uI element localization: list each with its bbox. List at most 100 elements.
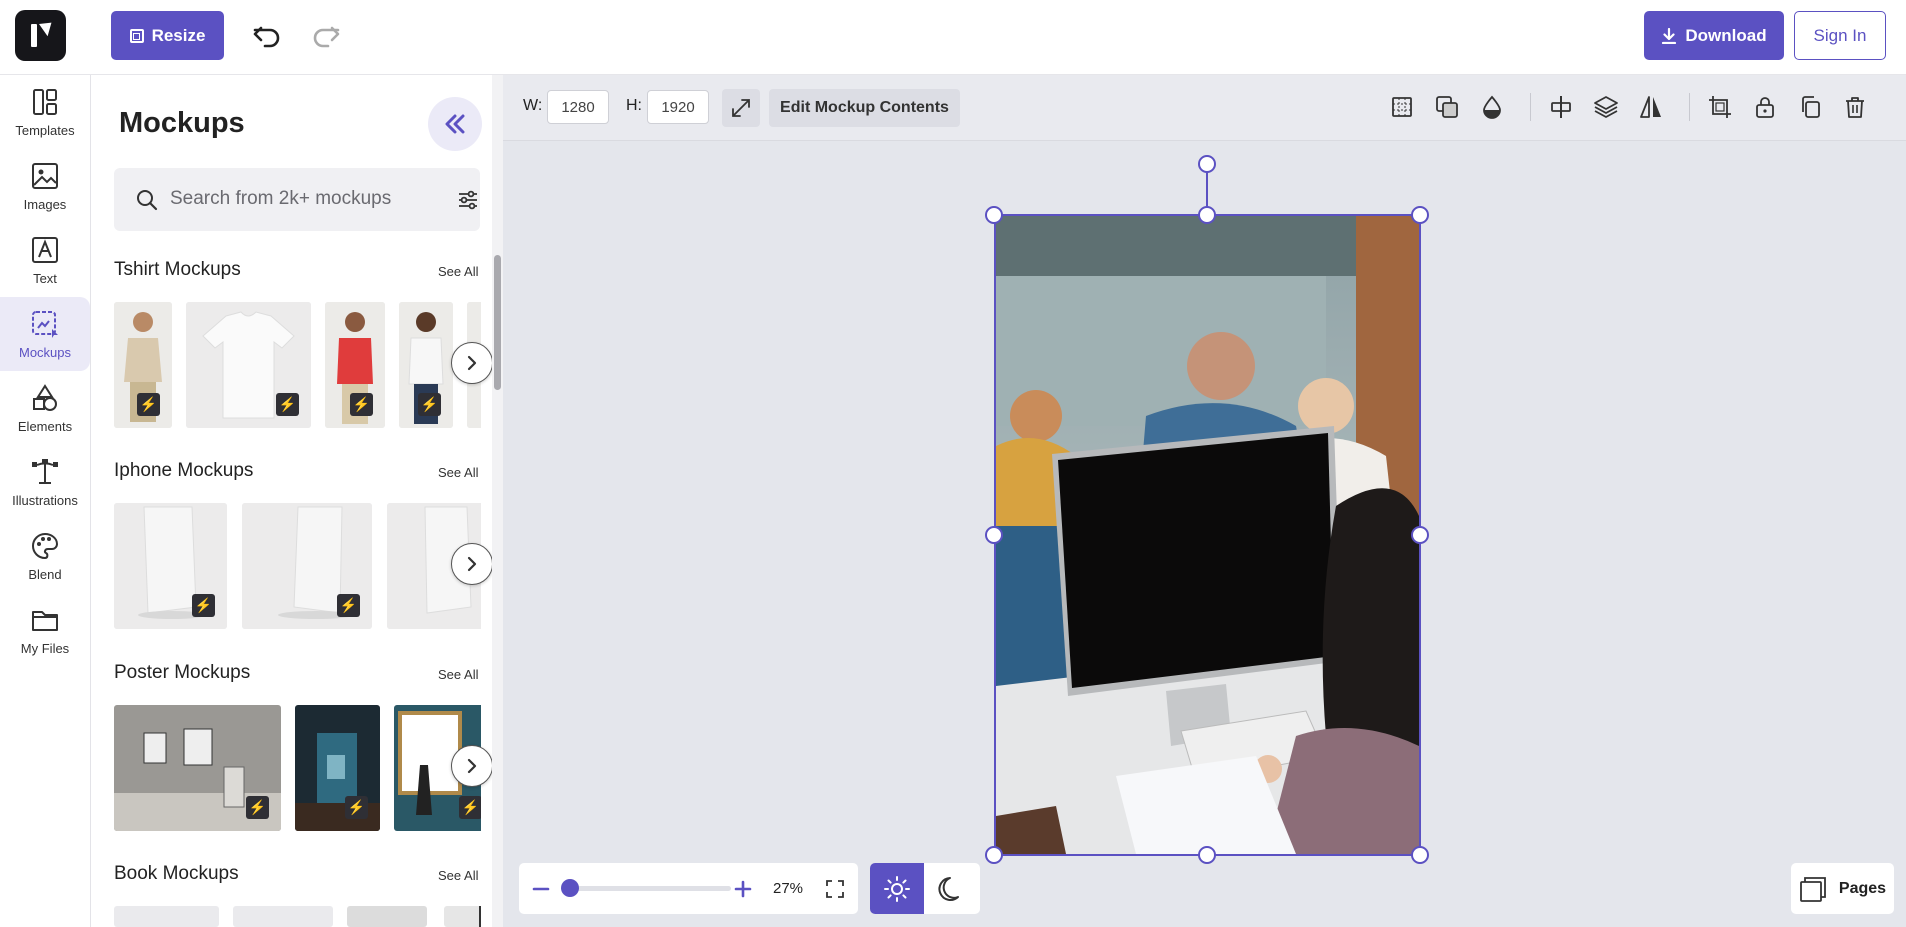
rail-item-my-files[interactable]: My Files	[0, 593, 90, 667]
opacity-tool[interactable]	[1476, 91, 1508, 123]
logo-bar	[31, 24, 37, 47]
next-button-iphone[interactable]	[451, 543, 493, 585]
minus-icon	[532, 887, 550, 891]
mockup-icon	[32, 310, 58, 338]
rotate-handle[interactable]	[1198, 155, 1216, 173]
mockup-thumb[interactable]: ⚡	[186, 302, 311, 428]
overlay-icon	[1436, 96, 1458, 118]
pages-label: Pages	[1838, 879, 1887, 897]
height-input[interactable]	[647, 90, 709, 124]
resize-label: Resize	[151, 25, 206, 45]
width-label: W:	[523, 97, 543, 114]
resize-handle-bottom[interactable]	[1198, 846, 1216, 864]
rail-label: Text	[33, 270, 57, 286]
resize-handle-bottom-right[interactable]	[1411, 846, 1429, 864]
mockup-thumb[interactable]: ⚡	[114, 705, 281, 831]
edit-mockup-contents-button[interactable]: Edit Mockup Contents	[769, 89, 960, 127]
resize-button[interactable]: Resize	[111, 11, 224, 60]
fit-screen-button[interactable]	[823, 877, 847, 901]
download-button[interactable]: Download	[1644, 11, 1784, 60]
selected-mockup-image[interactable]	[994, 214, 1421, 856]
collapse-panel-button[interactable]	[428, 97, 482, 151]
section-title-tshirt: Tshirt Mockups	[114, 259, 241, 280]
mockups-panel: Mockups Tshirt Mockups See All ⚡ ⚡ ⚡ ⚡	[91, 75, 503, 927]
chevron-right-icon	[467, 758, 477, 774]
see-all-book[interactable]: See All	[438, 868, 478, 883]
next-button-tshirt[interactable]	[451, 342, 493, 384]
duplicate-icon	[1802, 96, 1820, 118]
see-all-poster[interactable]: See All	[438, 667, 478, 682]
panel-scrollbar-thumb[interactable]	[494, 255, 501, 390]
mockup-thumb[interactable]	[444, 906, 481, 927]
align-tool[interactable]	[1545, 91, 1577, 123]
app-logo[interactable]	[15, 10, 66, 61]
layers-icon	[1594, 96, 1618, 118]
see-all-tshirt[interactable]: See All	[438, 264, 478, 279]
duplicate-tool[interactable]	[1794, 91, 1826, 123]
mockup-thumb[interactable]	[233, 906, 333, 927]
mockup-thumb[interactable]: ⚡	[325, 302, 385, 428]
premium-bolt-icon: ⚡	[350, 393, 373, 416]
mockup-thumb[interactable]	[114, 906, 219, 927]
toolbar-divider	[1530, 93, 1531, 121]
expand-button[interactable]	[722, 89, 760, 127]
lock-tool[interactable]	[1749, 91, 1781, 123]
premium-bolt-icon: ⚡	[459, 796, 481, 819]
zoom-slider-knob[interactable]	[561, 879, 579, 897]
expand-arrows-icon	[732, 99, 750, 117]
mockup-thumb[interactable]: ⚡	[242, 503, 372, 629]
search-input[interactable]	[170, 184, 400, 214]
logo-flag	[39, 17, 57, 37]
pages-button[interactable]: Pages	[1791, 863, 1894, 914]
delete-tool[interactable]	[1839, 91, 1871, 123]
resize-handle-top-left[interactable]	[985, 206, 1003, 224]
rail-item-blend[interactable]: Blend	[0, 519, 90, 593]
panel-scrollbar-track[interactable]	[492, 75, 503, 927]
next-button-poster[interactable]	[451, 745, 493, 787]
resize-handle-left[interactable]	[985, 526, 1003, 544]
overlay-tool[interactable]	[1431, 91, 1463, 123]
elements-icon	[33, 383, 57, 411]
resize-handle-right[interactable]	[1411, 526, 1429, 544]
mockup-thumb[interactable]: ⚡	[114, 302, 172, 428]
rail-item-mockups[interactable]: Mockups	[0, 297, 90, 371]
rail-item-elements[interactable]: Elements	[0, 371, 90, 445]
premium-bolt-icon: ⚡	[276, 393, 299, 416]
text-icon	[32, 236, 58, 263]
search-box	[114, 168, 480, 231]
zoom-slider-track[interactable]	[563, 886, 731, 891]
zoom-out-button[interactable]	[529, 877, 553, 901]
office-desktop-photo	[996, 216, 1419, 854]
mockup-thumb[interactable]	[347, 906, 427, 927]
palette-icon	[32, 532, 59, 559]
grid-tool[interactable]	[1386, 91, 1418, 123]
redo-icon[interactable]	[310, 20, 342, 52]
dark-mode-button[interactable]	[924, 863, 980, 914]
mockup-thumb[interactable]: ⚡	[114, 503, 227, 629]
filter-icon[interactable]	[457, 189, 479, 211]
resize-handle-bottom-left[interactable]	[985, 846, 1003, 864]
resize-handle-top[interactable]	[1198, 206, 1216, 224]
zoom-in-button[interactable]	[731, 877, 755, 901]
light-mode-button[interactable]	[870, 863, 924, 914]
flip-tool[interactable]	[1635, 91, 1667, 123]
crop-tool[interactable]	[1704, 91, 1736, 123]
rail-item-templates[interactable]: Templates	[0, 75, 90, 149]
rail-item-images[interactable]: Images	[0, 149, 90, 223]
tshirt-thumbs: ⚡ ⚡ ⚡ ⚡	[114, 302, 481, 428]
rail-item-text[interactable]: Text	[0, 223, 90, 297]
width-input[interactable]	[547, 90, 609, 124]
crop-icon	[1709, 96, 1731, 118]
undo-icon[interactable]	[251, 20, 283, 52]
mockup-thumb[interactable]: ⚡	[399, 302, 453, 428]
section-title-poster: Poster Mockups	[114, 662, 251, 683]
signin-button[interactable]: Sign In	[1794, 11, 1886, 60]
rail-item-illustrations[interactable]: Illustrations	[0, 445, 90, 519]
mockup-thumb[interactable]: ⚡	[295, 705, 380, 831]
double-chevron-left-icon	[445, 114, 465, 134]
premium-bolt-icon: ⚡	[345, 796, 368, 819]
layers-tool[interactable]	[1590, 91, 1622, 123]
poster-thumbs: ⚡ ⚡ ⚡	[114, 705, 481, 831]
resize-handle-top-right[interactable]	[1411, 206, 1429, 224]
see-all-iphone[interactable]: See All	[438, 465, 478, 480]
